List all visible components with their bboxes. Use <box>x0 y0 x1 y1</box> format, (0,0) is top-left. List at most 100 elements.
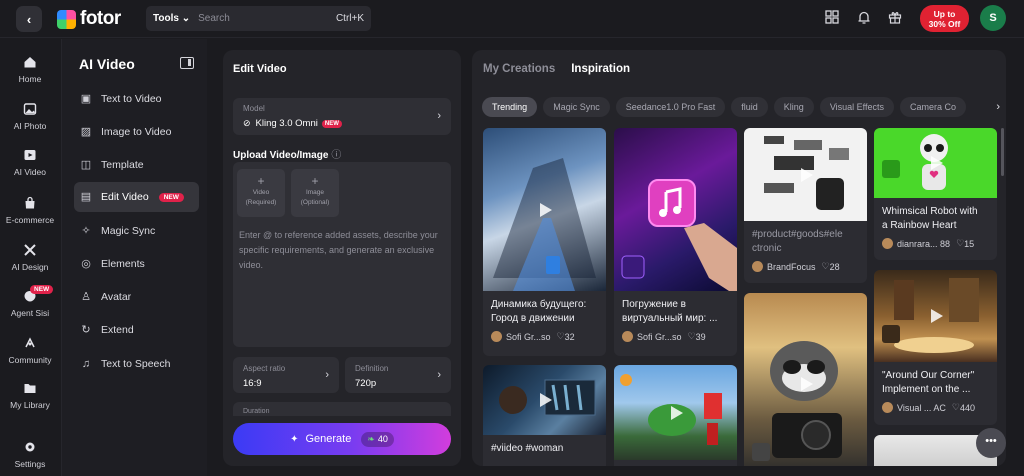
card-thumbnail <box>744 128 867 221</box>
user-avatar[interactable]: S <box>980 5 1006 31</box>
heart-icon[interactable]: ♡ <box>688 331 696 342</box>
video-upload-slot[interactable]: + Video (Required) <box>237 169 285 217</box>
chip-magic-sync[interactable]: Magic Sync <box>543 97 610 117</box>
menu-item-text-to-video[interactable]: ▣ Text to Video <box>74 84 199 114</box>
heart-icon[interactable]: ♡ <box>557 331 565 342</box>
chip-kling[interactable]: Kling <box>773 97 814 117</box>
play-icon <box>539 393 552 407</box>
plus-icon: + <box>257 174 265 188</box>
menu-item-edit-video[interactable]: ▤ Edit Video NEW <box>74 182 199 212</box>
image-upload-slot[interactable]: + Image (Optional) <box>291 169 339 217</box>
elements-icon: ◎ <box>81 258 91 270</box>
search-bar[interactable]: Tools ⌄ Search Ctrl+K <box>146 6 371 31</box>
menu-item-image-to-video[interactable]: ▨ Image to Video <box>74 117 199 147</box>
chip-seedance[interactable]: Seedance1.0 Pro Fast <box>615 97 726 117</box>
menu-item-elements[interactable]: ◎ Elements <box>74 249 199 279</box>
model-value: Kling 3.0 Omni <box>255 118 318 129</box>
chevron-right-icon: › <box>437 369 441 381</box>
bell-icon[interactable] <box>856 10 872 26</box>
edit-video-new-badge: NEW <box>158 192 184 202</box>
info-icon[interactable]: ⓘ <box>331 150 341 161</box>
template-icon: ◫ <box>80 159 92 171</box>
play-icon <box>800 167 813 182</box>
gallery-panel: My Creations Inspiration Trending Magic S… <box>472 50 1006 466</box>
tab-my-creations[interactable]: My Creations <box>483 63 555 75</box>
gallery-card[interactable] <box>744 293 867 466</box>
rail-item-my-library[interactable]: My Library <box>0 381 60 410</box>
search-shortcut: Ctrl+K <box>335 13 364 24</box>
gallery-tabs: My Creations Inspiration <box>483 63 630 75</box>
card-thumbnail <box>614 365 737 460</box>
chevron-right-icon[interactable]: › <box>996 101 1000 113</box>
heart-icon[interactable]: ♡ <box>822 261 830 272</box>
rail-item-e-commerce[interactable]: E-commerce <box>0 196 60 225</box>
search-input[interactable]: Search <box>198 13 336 24</box>
gift-icon[interactable] <box>887 10 903 26</box>
gallery-card[interactable]: #viideo #woman <box>483 365 606 466</box>
chip-trending[interactable]: Trending <box>482 97 538 117</box>
more-options-icon[interactable]: ••• <box>976 428 1006 458</box>
card-thumbnail <box>614 128 737 291</box>
model-selector[interactable]: Model ⊘ Kling 3.0 Omni NEW › <box>233 98 451 135</box>
ai-photo-icon <box>22 102 38 118</box>
menu-item-magic-sync[interactable]: ✧ Magic Sync <box>74 216 199 246</box>
gear-icon <box>22 440 38 456</box>
model-new-badge: NEW <box>321 119 342 128</box>
definition-selector[interactable]: Definition 720p › <box>345 357 451 393</box>
author-name[interactable]: BrandFocus <box>767 262 816 272</box>
image-to-video-icon: ▨ <box>80 126 92 138</box>
rail-item-ai-photo[interactable]: AI Photo <box>0 102 60 131</box>
card-thumbnail <box>874 270 997 362</box>
rail-item-ai-video[interactable]: AI Video <box>0 148 60 177</box>
gallery-card[interactable]: "Around Our Corner" Implement on the ... … <box>874 270 997 425</box>
upload-area: + Video (Required) + Image (Optional) En… <box>233 162 451 347</box>
author-avatar <box>622 331 633 342</box>
author-name[interactable]: Sofi Gr...so <box>506 332 551 342</box>
menu-item-text-to-speech[interactable]: ♫ Text to Speech <box>74 349 199 379</box>
rail-item-home[interactable]: Home <box>0 55 60 84</box>
author-name[interactable]: Sofi Gr...so <box>637 332 682 342</box>
chip-visual-effects[interactable]: Visual Effects <box>819 97 895 117</box>
rail-item-settings[interactable]: Settings <box>0 440 60 469</box>
promo-badge[interactable]: Up to 30% Off <box>920 5 969 32</box>
like-count: 32 <box>564 331 575 342</box>
menu-item-extend[interactable]: ↻ Extend <box>74 315 199 345</box>
search-tools-dropdown[interactable]: Tools ⌄ <box>153 13 190 24</box>
generate-label: Generate <box>305 433 352 445</box>
rail-item-agent-sisi[interactable]: NEW Agent Sisi <box>0 285 60 318</box>
author-name[interactable]: Visual ... AC <box>897 403 946 413</box>
back-button[interactable]: ‹ <box>16 6 42 32</box>
gallery-card[interactable]: Whimsical Robot with a Rainbow Heart dian… <box>874 128 997 260</box>
gallery-card[interactable] <box>614 365 737 466</box>
tab-inspiration[interactable]: Inspiration <box>571 63 630 75</box>
chip-camera-control[interactable]: Camera Co <box>900 97 967 117</box>
play-icon <box>800 377 813 391</box>
rail-item-community[interactable]: Community <box>0 336 60 365</box>
apps-grid-icon[interactable] <box>824 10 840 26</box>
aspect-ratio-selector[interactable]: Aspect ratio 16:9 › <box>233 357 339 393</box>
community-icon <box>22 336 38 352</box>
gallery-card[interactable]: #product#goods#ele ctronic BrandFocus ♡ 28 <box>744 128 867 283</box>
chip-fluid[interactable]: fluid <box>731 97 768 117</box>
fotor-logo[interactable]: fotor <box>57 8 121 30</box>
prompt-input[interactable]: Enter @ to reference added assets, descr… <box>239 228 447 273</box>
panel-title: Edit Video <box>233 63 287 75</box>
menu-item-template[interactable]: ◫ Template <box>74 150 199 180</box>
author-avatar <box>882 238 893 249</box>
gallery-scrollbar[interactable] <box>1001 128 1004 176</box>
heart-icon[interactable]: ♡ <box>956 238 964 249</box>
heart-icon[interactable]: ♡ <box>952 402 960 413</box>
gallery-card[interactable]: Динамика будущего: Город в движении Sofi … <box>483 128 606 356</box>
rail-item-ai-design[interactable]: AI Design <box>0 243 60 272</box>
edit-video-panel: Edit Video Model ⊘ Kling 3.0 Omni NEW › … <box>223 50 461 466</box>
generate-button[interactable]: ✦ Generate ❧ 40 <box>233 423 451 455</box>
play-icon <box>930 156 943 170</box>
author-name[interactable]: dianrara... <box>897 239 938 249</box>
menu-item-avatar[interactable]: ♙ Avatar <box>74 282 199 312</box>
left-rail: Home AI Photo AI Video E-commerce AI Des… <box>0 39 60 476</box>
home-icon <box>22 55 38 71</box>
collapse-sidebar-icon[interactable] <box>180 57 194 69</box>
duration-selector[interactable]: Duration <box>233 402 451 416</box>
gallery-card[interactable]: Погружение в виртуальный мир: ... Sofi Gr… <box>614 128 737 356</box>
like-count: 440 <box>959 402 975 413</box>
